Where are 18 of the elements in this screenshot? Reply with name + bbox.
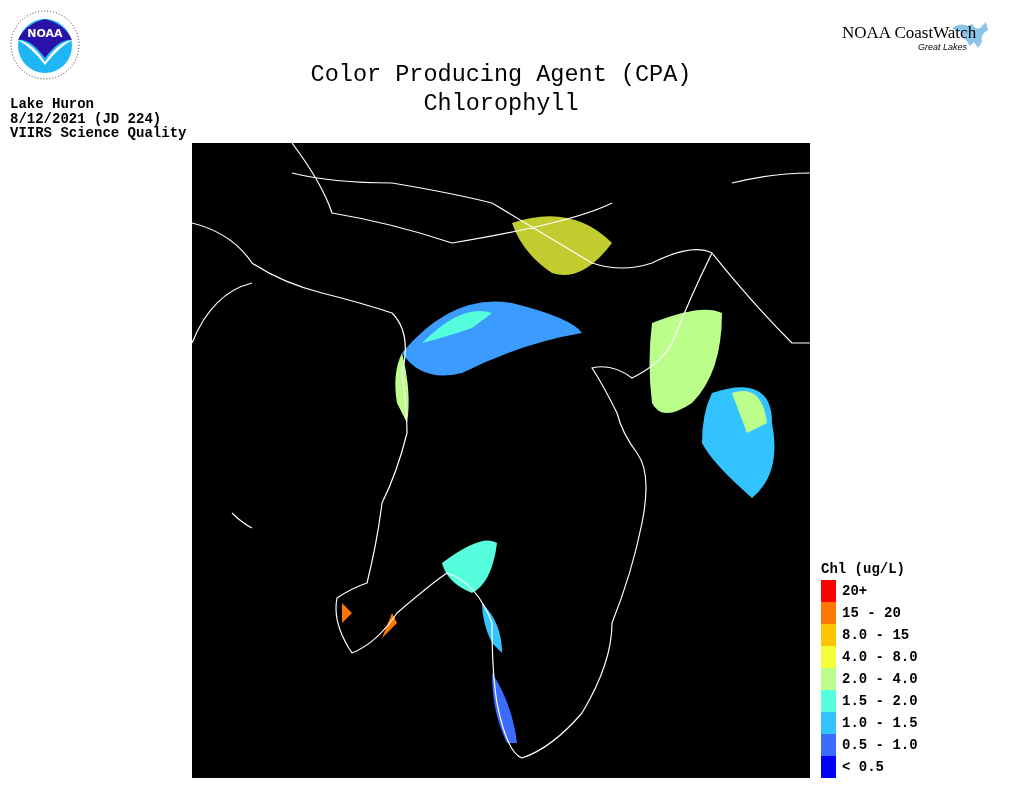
- image-info-text: Lake Huron: [10, 97, 95, 112]
- chart-title: Color Producing Agent (CPA): [310, 60, 692, 89]
- legend-title: Chl (ug/L): [821, 561, 906, 577]
- legend-label: 15 - 20: [842, 605, 901, 621]
- legend-label: 8.0 - 15: [842, 627, 910, 643]
- brand-name: NOAA CoastWatch: [842, 23, 977, 43]
- legend-label: < 0.5: [842, 759, 884, 775]
- legend-label: 1.5 - 2.0: [842, 693, 918, 709]
- chart-title: Chlorophyll: [423, 89, 579, 118]
- legend-label: 0.5 - 1.0: [842, 737, 918, 753]
- brand-subtitle: Great Lakes: [918, 42, 968, 52]
- image-info-text: 8/12/2021 (JD 224): [10, 111, 162, 126]
- logo-text: NOAA: [27, 27, 63, 40]
- legend-label: 4.0 - 8.0: [842, 649, 918, 665]
- legend-label: 1.0 - 1.5: [842, 715, 918, 731]
- legend-label: 2.0 - 4.0: [842, 671, 918, 687]
- image-info-text: VIIRS Science Quality: [10, 126, 188, 141]
- legend-label: 20+: [842, 583, 868, 599]
